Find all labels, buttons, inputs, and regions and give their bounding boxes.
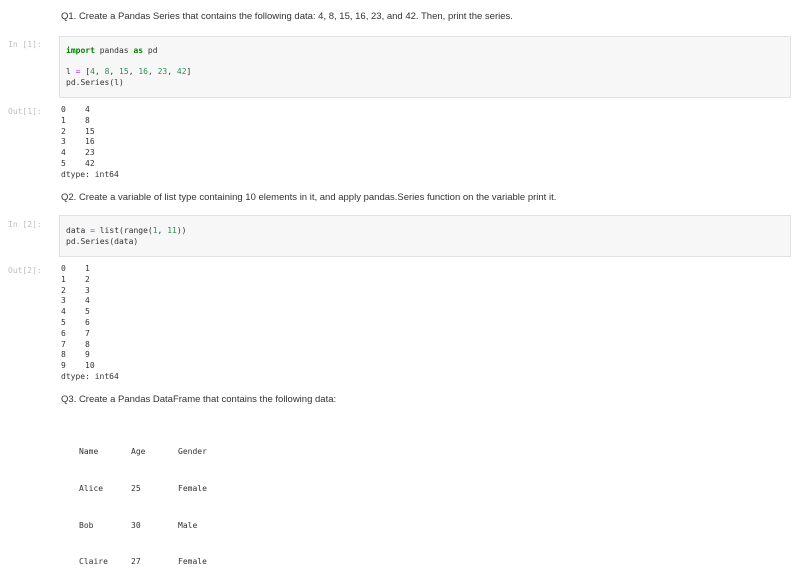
row-value: 1 [85, 264, 90, 273]
code-text: pandas [94, 46, 134, 55]
kw-as: as [133, 46, 144, 55]
output-row: 89 [61, 350, 119, 361]
out-prompt-2: Out[2]: [8, 266, 42, 275]
output-row: 23 [61, 286, 119, 297]
row-index: 2 [61, 126, 66, 136]
output-row: 2 15 [61, 127, 119, 138]
q3-text: Q3. Create a Pandas DataFrame that conta… [61, 394, 337, 405]
q2-text: Q2. Create a variable of list type conta… [61, 192, 557, 203]
code-text: pd.Series(l) [66, 77, 124, 87]
table-cell: Male [178, 520, 198, 530]
table-header: Name [79, 447, 99, 457]
table-header-row: Name Age Gender [79, 446, 207, 458]
code-cell-1[interactable]: import pandas as pd l = [4, 8, 15, 16, 2… [59, 36, 791, 98]
row-index: 3 [61, 296, 66, 306]
table-cell: 27 [131, 557, 141, 567]
row-index: 5 [61, 158, 66, 168]
row-value: 3 [85, 285, 90, 295]
table-header: Age [131, 447, 146, 457]
row-index: 5 [61, 317, 66, 327]
output-dtype: dtype: int64 [61, 371, 119, 381]
row-value: 5 [85, 307, 90, 317]
number: 42 [176, 67, 187, 76]
row-index: 4 [61, 307, 66, 317]
out-prompt-1: Out[1]: [8, 107, 42, 116]
in-prompt-1: In [1]: [8, 40, 42, 49]
output-row: 3 16 [61, 137, 119, 148]
output-row: 9 10 [61, 361, 119, 372]
q1-text: Q1. Create a Pandas Series that contains… [61, 11, 513, 22]
row-value: 23 [85, 148, 95, 158]
number: 16 [138, 67, 148, 76]
output-row: 78 [61, 340, 119, 351]
code-text: data [66, 226, 91, 235]
row-value: 6 [85, 317, 90, 327]
row-index: 8 [61, 350, 66, 360]
row-value: 42 [85, 158, 95, 168]
output-2: 0 1 1 2 2 3 3 4 4 5 5 6 6 7 7 8 8 9 9 10 dtype: int64 [61, 264, 119, 383]
row-index: 1 [61, 115, 66, 125]
code-text: pd.Series(data) [66, 236, 139, 246]
output-dtype: dtype: int64 [61, 169, 119, 179]
output-row: 01 [61, 264, 119, 275]
number: 23 [157, 67, 168, 76]
table-cell: Female [178, 484, 207, 494]
row-index: 0 [61, 264, 66, 273]
kw-import: import [66, 46, 95, 55]
code-text: list(range( [94, 226, 153, 235]
output-row: 5 42 [61, 159, 119, 170]
row-value: 7 [85, 328, 90, 338]
row-value: 10 [85, 361, 95, 371]
row-value: 8 [85, 115, 90, 125]
code-cell-2-source: data = list(range(1, 11)) pd.Series(data… [66, 226, 186, 247]
output-row: 34 [61, 296, 119, 307]
table-cell: 30 [131, 520, 141, 530]
row-value: 2 [85, 274, 90, 284]
row-index: 6 [61, 328, 66, 338]
code-text: pd [143, 46, 158, 55]
row-index: 0 [61, 105, 66, 114]
table-row: Claire 27 Female [79, 556, 207, 568]
row-value: 16 [85, 137, 95, 147]
row-value: 15 [85, 126, 95, 136]
number: 15 [119, 67, 129, 76]
row-index: 4 [61, 148, 66, 158]
code-text: [ [80, 67, 91, 76]
row-index: 9 [61, 361, 66, 371]
code-text: , [157, 226, 168, 235]
row-index: 1 [61, 274, 66, 284]
row-index: 7 [61, 339, 66, 349]
table-cell: 25 [131, 484, 141, 494]
table-row: Bob 30 Male [79, 520, 207, 532]
row-index: 2 [61, 285, 66, 295]
table-header: Gender [178, 447, 207, 457]
in-prompt-2: In [2]: [8, 220, 42, 229]
output-row: 18 [61, 116, 119, 127]
number: 11 [167, 226, 177, 235]
code-text: l [66, 67, 76, 76]
output-row: 56 [61, 318, 119, 329]
q3-data-table: Name Age Gender Alice 25 Female Bob 30 M… [79, 422, 207, 581]
code-cell-1-source: import pandas as pd l = [4, 8, 15, 16, 2… [66, 46, 192, 87]
output-row: 4 23 [61, 148, 119, 159]
output-1: 0 4 1 8 2 15 3 16 4 23 5 42 dtype: int64 [61, 105, 119, 181]
row-value: 4 [85, 296, 90, 306]
row-value: 4 [85, 105, 90, 114]
row-index: 3 [61, 137, 66, 147]
output-row: 45 [61, 307, 119, 318]
code-cell-2[interactable]: data = list(range(1, 11)) pd.Series(data… [59, 215, 791, 257]
output-row: 04 [61, 105, 119, 116]
number: 4 [90, 67, 95, 76]
number: 8 [104, 67, 110, 76]
table-cell: Alice [79, 484, 104, 494]
table-cell: Claire [79, 557, 108, 567]
output-row: 67 [61, 329, 119, 340]
row-value: 9 [85, 350, 90, 360]
table-cell: Bob [79, 520, 94, 530]
table-row: Alice 25 Female [79, 483, 207, 495]
table-cell: Female [178, 557, 207, 567]
output-row: 12 [61, 275, 119, 286]
code-text: )) [176, 226, 187, 235]
row-value: 8 [85, 339, 90, 349]
